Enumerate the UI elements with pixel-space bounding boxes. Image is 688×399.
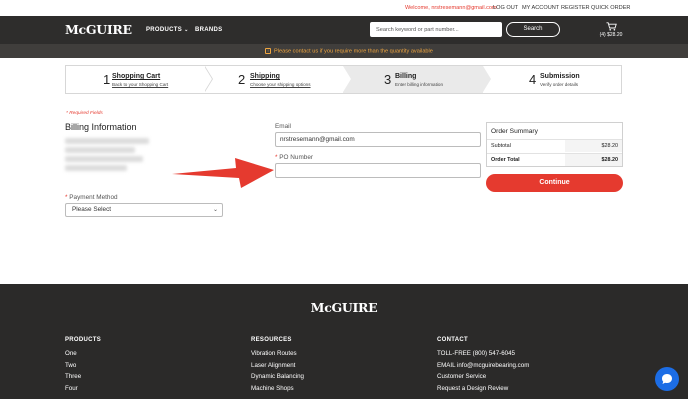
- subtotal-label: Subtotal: [491, 143, 511, 149]
- cart-button[interactable]: (4) $28.20: [596, 22, 626, 40]
- quantity-notice: ! Please contact us if you require more t…: [265, 47, 433, 54]
- notice-bar: ! Please contact us if you require more t…: [0, 44, 688, 58]
- footer-link[interactable]: Request a Design Review: [437, 385, 529, 397]
- redacted-line: [65, 147, 135, 153]
- my-account-link[interactable]: MY ACCOUNT: [522, 5, 559, 11]
- step-divider: [343, 66, 351, 92]
- po-number-label-text: PO Number: [279, 154, 314, 161]
- shopping-cart-icon: [606, 22, 617, 31]
- step-title: Billing: [395, 73, 417, 80]
- footer-col-heading: CONTACT: [437, 337, 468, 343]
- checkout-steps: 1 Shopping Cart Back to your Shopping Ca…: [65, 65, 622, 94]
- footer-link[interactable]: Four: [65, 385, 101, 397]
- cart-total: (4) $28.20: [599, 32, 623, 38]
- nav-products[interactable]: PRODUCTS ⌄: [146, 27, 189, 33]
- step-title: Submission: [540, 73, 580, 80]
- email-field[interactable]: [275, 132, 481, 147]
- footer-col-resources: RESOURCES Vibration Routes Laser Alignme…: [251, 337, 304, 396]
- redacted-line: [65, 165, 127, 171]
- footer-logo[interactable]: McGUIRE: [0, 300, 688, 315]
- quantity-notice-text: Please contact us if you require more th…: [274, 47, 433, 54]
- footer-col-heading: RESOURCES: [251, 337, 292, 343]
- footer-link[interactable]: Machine Shops: [251, 385, 304, 397]
- step-number: 1: [103, 72, 111, 87]
- order-total-label: Order Total: [491, 157, 520, 163]
- step-divider: [204, 66, 212, 92]
- register-link[interactable]: REGISTER: [561, 5, 590, 11]
- utility-bar: Welcome, nrstresemann@gmail.com LOG OUT …: [0, 0, 688, 16]
- footer-link[interactable]: EMAIL info@mcguirebearing.com: [437, 362, 529, 374]
- payment-method-label-text: Payment Method: [69, 194, 118, 201]
- footer-link[interactable]: Customer Service: [437, 373, 529, 385]
- step-number: 4: [529, 72, 537, 87]
- step-number: 3: [384, 72, 392, 87]
- email-label: Email: [275, 123, 291, 130]
- payment-method-selected: Please Select: [72, 206, 112, 213]
- quick-order-link[interactable]: QUICK ORDER: [591, 5, 630, 11]
- nav-brands[interactable]: BRANDS: [195, 27, 222, 33]
- order-total-value: $28.20: [601, 157, 619, 163]
- order-total-row: Order Total $28.20: [487, 153, 622, 166]
- footer-link[interactable]: Three: [65, 373, 101, 385]
- billing-info-heading: Billing Information: [65, 122, 137, 132]
- footer-link[interactable]: Vibration Routes: [251, 350, 304, 362]
- step-divider: [483, 66, 491, 92]
- continue-button[interactable]: Continue: [486, 174, 623, 192]
- step-subtitle: Verify order details: [540, 82, 579, 87]
- search-button[interactable]: Search: [506, 22, 560, 37]
- step-subtitle: Enter billing information: [395, 82, 444, 87]
- chat-button[interactable]: [655, 367, 679, 391]
- info-icon: !: [265, 47, 271, 54]
- nav-products-label: PRODUCTS: [146, 27, 183, 33]
- footer-col-heading: PRODUCTS: [65, 337, 102, 343]
- chevron-down-icon: ⌄: [184, 27, 189, 33]
- site-logo[interactable]: McGUIRE: [65, 22, 132, 37]
- footer-link[interactable]: Dynamic Balancing: [251, 373, 304, 385]
- step-billing: 3 Billing Enter billing information: [343, 66, 483, 93]
- redacted-line: [65, 138, 149, 144]
- payment-method-select[interactable]: Please Select ⌄: [65, 203, 223, 217]
- subtotal-row: Subtotal $28.20: [487, 139, 622, 152]
- required-star: *: [65, 194, 68, 201]
- footer-col-contact: CONTACT TOLL-FREE (800) 547-6045 EMAIL i…: [437, 337, 529, 396]
- payment-method-label: * Payment Method: [65, 194, 118, 201]
- subtotal-value: $28.20: [601, 143, 619, 149]
- welcome-message: Welcome, nrstresemann@gmail.com: [405, 5, 497, 11]
- redacted-address: [65, 138, 153, 176]
- footer-col-products: PRODUCTS One Two Three Four: [65, 337, 101, 396]
- step-shopping-cart[interactable]: 1 Shopping Cart Back to your Shopping Ca…: [66, 66, 206, 93]
- site-footer: McGUIRE PRODUCTS One Two Three Four RESO…: [0, 284, 688, 399]
- main-header: McGUIRE PRODUCTS⌄ BRANDS Search (4) $28.…: [0, 16, 688, 44]
- footer-link[interactable]: TOLL-FREE (800) 547-6045: [437, 350, 529, 362]
- po-number-label: * PO Number: [275, 154, 313, 161]
- footer-link[interactable]: Two: [65, 362, 101, 374]
- redacted-line: [65, 156, 143, 162]
- step-submission: 4 Submission Verify order details: [491, 66, 621, 93]
- chat-bubble-icon: [662, 374, 672, 384]
- search-input[interactable]: [370, 22, 502, 37]
- order-summary: Order Summary Subtotal $28.20 Order Tota…: [486, 122, 623, 167]
- footer-link[interactable]: One: [65, 350, 101, 362]
- annotation-arrow: [172, 158, 274, 188]
- step-subtitle[interactable]: Back to your Shopping Cart: [112, 82, 168, 87]
- logout-link[interactable]: LOG OUT: [493, 5, 518, 11]
- po-number-field[interactable]: [275, 163, 481, 178]
- order-summary-title: Order Summary: [491, 128, 538, 135]
- step-shipping[interactable]: 2 Shipping Choose your shipping options: [212, 66, 344, 93]
- required-fields-note: * Required Fields: [66, 111, 103, 116]
- step-title[interactable]: Shipping: [250, 73, 280, 80]
- chevron-down-icon: ⌄: [212, 207, 218, 213]
- footer-link[interactable]: Laser Alignment: [251, 362, 304, 374]
- step-title[interactable]: Shopping Cart: [112, 73, 160, 80]
- step-subtitle[interactable]: Choose your shipping options: [250, 82, 311, 87]
- step-number: 2: [238, 72, 246, 87]
